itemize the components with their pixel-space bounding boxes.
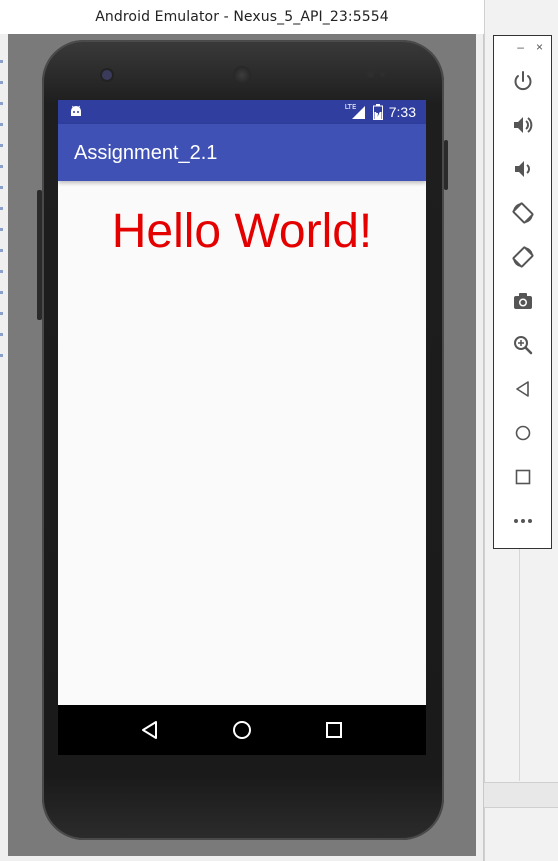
recents-icon <box>326 722 342 738</box>
toolbar-window-controls: – × <box>517 40 543 54</box>
ide-divider <box>519 545 520 781</box>
power-icon <box>514 71 531 91</box>
battery-icon <box>372 104 383 120</box>
toolbar-home-button[interactable] <box>494 418 551 448</box>
android-notification-icon <box>71 105 81 116</box>
status-bar: LTE 7:33 <box>58 100 426 124</box>
rotate-right-icon <box>512 246 533 268</box>
window-title: Android Emulator - Nexus_5_API_23:5554 <box>95 9 389 25</box>
phone-volume-button <box>37 190 42 320</box>
app-title: Assignment_2.1 <box>74 142 218 164</box>
nav-home-button[interactable] <box>230 718 254 742</box>
emulator-titlebar[interactable]: Android Emulator - Nexus_5_API_23:5554 <box>0 0 484 34</box>
overview-icon <box>515 469 530 485</box>
light-sensor <box>380 72 385 77</box>
rotate-right-button[interactable] <box>494 242 551 272</box>
emulator-toolbar: – × <box>493 35 552 549</box>
earpiece-speaker <box>233 66 251 84</box>
nav-back-button[interactable] <box>138 718 162 742</box>
more-button[interactable] <box>494 506 551 536</box>
signal-icon: LTE <box>345 103 367 120</box>
navigation-bar <box>58 705 426 755</box>
home-icon <box>233 721 251 739</box>
phone-power-button <box>444 140 448 190</box>
home-icon <box>515 425 530 441</box>
back-icon <box>515 381 529 397</box>
emulator-window: Android Emulator - Nexus_5_API_23:5554 L… <box>0 0 484 861</box>
proximity-sensor <box>367 71 374 78</box>
power-button[interactable] <box>494 66 551 96</box>
camera-icon <box>513 293 532 309</box>
volume-down-button[interactable] <box>494 154 551 184</box>
minimize-icon[interactable]: – <box>517 40 524 54</box>
desktop: Android Emulator - Nexus_5_API_23:5554 L… <box>0 0 558 861</box>
volume-up-button[interactable] <box>494 110 551 140</box>
screenshot-button[interactable] <box>494 286 551 316</box>
toolbar-overview-button[interactable] <box>494 462 551 492</box>
device-screen[interactable]: LTE 7:33 Assignment_2.1 Hello World! <box>58 100 426 755</box>
front-camera-icon <box>102 70 112 80</box>
status-time: 7:33 <box>388 104 416 120</box>
rotate-left-button[interactable] <box>494 198 551 228</box>
toolbar-back-button[interactable] <box>494 374 551 404</box>
nav-recents-button[interactable] <box>322 718 346 742</box>
close-icon[interactable]: × <box>536 40 543 54</box>
volume-down-icon <box>514 161 530 177</box>
volume-up-icon <box>513 117 532 133</box>
ide-gutter-marks <box>0 60 3 400</box>
hello-world-text: Hello World! <box>111 205 373 258</box>
back-icon <box>142 721 157 739</box>
more-icon <box>513 519 532 523</box>
app-bar: Assignment_2.1 <box>58 124 426 181</box>
zoom-button[interactable] <box>494 330 551 360</box>
rotate-left-icon <box>512 202 533 224</box>
zoom-icon <box>513 336 532 355</box>
ide-bottom-bar <box>484 782 558 808</box>
